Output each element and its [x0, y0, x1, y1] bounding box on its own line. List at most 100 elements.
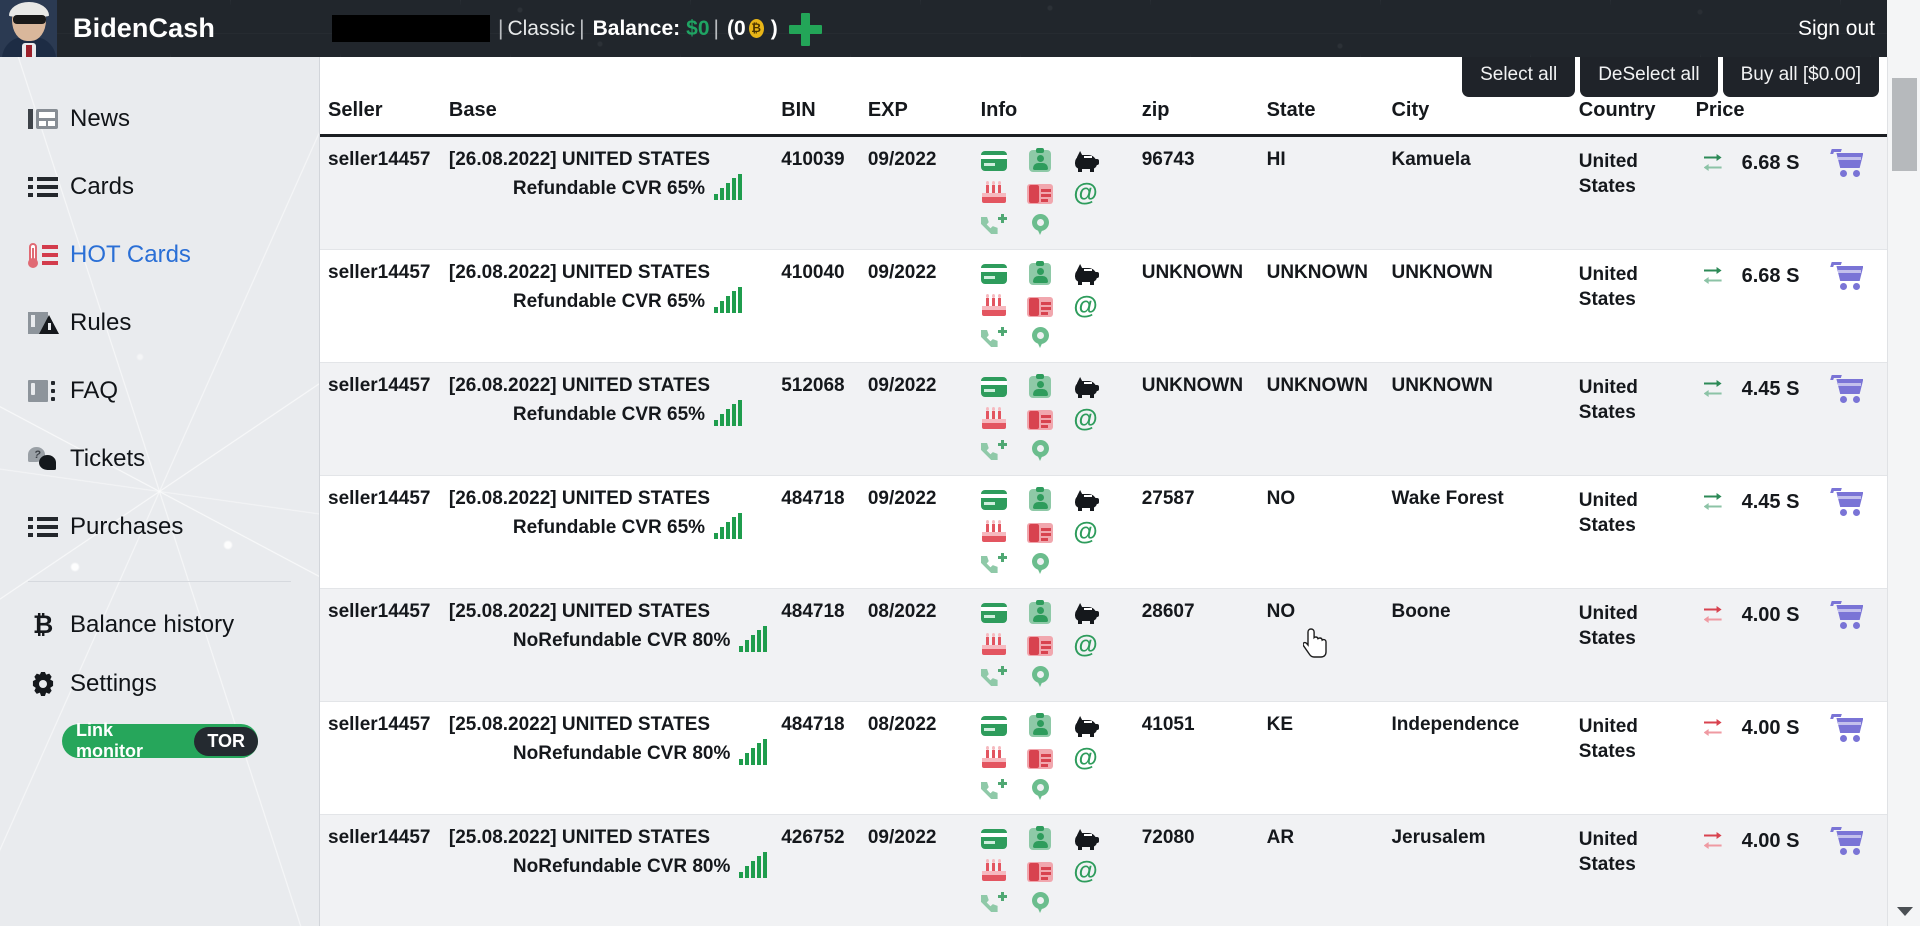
- address-card-icon[interactable]: [1027, 181, 1053, 205]
- shopping-cart-icon[interactable]: [1831, 827, 1865, 855]
- birthday-cake-icon[interactable]: [981, 520, 1007, 544]
- map-pin-icon[interactable]: [1027, 778, 1053, 802]
- link-monitor-button[interactable]: Link monitor TOR: [62, 724, 258, 758]
- table-row[interactable]: seller14457[25.08.2022] UNITED STATESNoR…: [320, 815, 1887, 926]
- buy-all-button[interactable]: Buy all [$0.00]: [1723, 57, 1879, 97]
- birthday-cake-icon[interactable]: [981, 407, 1007, 431]
- at-sign-icon[interactable]: @: [1073, 520, 1099, 544]
- phone-plus-icon[interactable]: [981, 326, 1007, 350]
- signal-bars-icon: [714, 515, 742, 539]
- table-row[interactable]: seller14457[26.08.2022] UNITED STATESRef…: [320, 136, 1887, 250]
- table-row[interactable]: seller14457[25.08.2022] UNITED STATESNoR…: [320, 589, 1887, 702]
- id-card-icon[interactable]: [1027, 375, 1053, 399]
- table-row[interactable]: seller14457[26.08.2022] UNITED STATESRef…: [320, 476, 1887, 589]
- id-card-icon[interactable]: [1027, 601, 1053, 625]
- id-card-icon[interactable]: [1027, 714, 1053, 738]
- at-sign-icon[interactable]: @: [1073, 746, 1099, 770]
- deselect-all-button[interactable]: DeSelect all: [1580, 57, 1717, 97]
- page-scrollbar[interactable]: [1887, 0, 1920, 926]
- sidebar-item-purchases[interactable]: Purchases: [0, 493, 319, 561]
- credit-card-icon[interactable]: [981, 827, 1007, 851]
- piggy-bank-icon[interactable]: [1073, 714, 1099, 738]
- at-sign-icon[interactable]: @: [1073, 294, 1099, 318]
- column-header-info[interactable]: Info: [981, 57, 1142, 136]
- sign-out-button[interactable]: Sign out: [1798, 17, 1875, 41]
- sidebar-item-news[interactable]: News: [0, 85, 319, 153]
- at-sign-icon[interactable]: @: [1073, 633, 1099, 657]
- piggy-bank-icon[interactable]: [1073, 262, 1099, 286]
- sidebar-item-faq[interactable]: FAQ: [0, 357, 319, 425]
- address-card-icon[interactable]: [1027, 294, 1053, 318]
- map-pin-icon[interactable]: [1027, 891, 1053, 915]
- piggy-bank-icon[interactable]: [1073, 488, 1099, 512]
- birthday-cake-icon[interactable]: [981, 294, 1007, 318]
- phone-plus-icon[interactable]: [981, 778, 1007, 802]
- table-row[interactable]: seller14457[26.08.2022] UNITED STATESRef…: [320, 363, 1887, 476]
- map-pin-icon[interactable]: [1027, 213, 1053, 237]
- shopping-cart-icon[interactable]: [1831, 601, 1865, 629]
- credit-card-icon[interactable]: [981, 601, 1007, 625]
- id-card-icon[interactable]: [1027, 488, 1053, 512]
- credit-card-icon[interactable]: [981, 714, 1007, 738]
- cell-state: UNKNOWN: [1267, 250, 1392, 363]
- id-card-icon[interactable]: [1027, 149, 1053, 173]
- sidebar-item-rules[interactable]: Rules: [0, 289, 319, 357]
- birthday-cake-icon[interactable]: [981, 859, 1007, 883]
- sidebar-item-cards[interactable]: Cards: [0, 153, 319, 221]
- scrollbar-thumb[interactable]: [1892, 78, 1917, 171]
- sidebar-item-tickets[interactable]: ? Tickets: [0, 425, 319, 493]
- table-body: seller14457[26.08.2022] UNITED STATESRef…: [320, 136, 1887, 926]
- sidebar-item-balance-history[interactable]: ₿ Balance history: [0, 594, 319, 656]
- address-card-icon[interactable]: [1027, 859, 1053, 883]
- phone-plus-icon[interactable]: [981, 665, 1007, 689]
- shopping-cart-icon[interactable]: [1831, 714, 1865, 742]
- at-sign-icon[interactable]: @: [1073, 407, 1099, 431]
- birthday-cake-icon[interactable]: [981, 746, 1007, 770]
- table-row[interactable]: seller14457[25.08.2022] UNITED STATESNoR…: [320, 702, 1887, 815]
- column-header-exp[interactable]: EXP: [868, 57, 981, 136]
- address-card-icon[interactable]: [1027, 633, 1053, 657]
- phone-plus-icon[interactable]: [981, 213, 1007, 237]
- column-header-bin[interactable]: BIN: [781, 57, 868, 136]
- address-card-icon[interactable]: [1027, 407, 1053, 431]
- credit-card-icon[interactable]: [981, 149, 1007, 173]
- phone-plus-icon[interactable]: [981, 891, 1007, 915]
- address-card-icon[interactable]: [1027, 746, 1053, 770]
- column-header-base[interactable]: Base: [449, 57, 781, 136]
- brand[interactable]: BidenCash: [0, 0, 320, 57]
- map-pin-icon[interactable]: [1027, 552, 1053, 576]
- credit-card-icon[interactable]: [981, 488, 1007, 512]
- signal-bars-icon: [739, 628, 767, 652]
- column-header-state[interactable]: State: [1267, 57, 1392, 136]
- address-card-icon[interactable]: [1027, 520, 1053, 544]
- scroll-down-arrow-icon[interactable]: [1888, 896, 1920, 926]
- sidebar-item-settings[interactable]: Settings: [0, 656, 319, 712]
- phone-plus-icon[interactable]: [981, 552, 1007, 576]
- credit-card-icon[interactable]: [981, 262, 1007, 286]
- plus-icon[interactable]: [788, 12, 822, 46]
- piggy-bank-icon[interactable]: [1073, 827, 1099, 851]
- shopping-cart-icon[interactable]: [1831, 488, 1865, 516]
- id-card-icon[interactable]: [1027, 262, 1053, 286]
- piggy-bank-icon[interactable]: [1073, 601, 1099, 625]
- piggy-bank-icon[interactable]: [1073, 149, 1099, 173]
- map-pin-icon[interactable]: [1027, 665, 1053, 689]
- at-sign-icon[interactable]: @: [1073, 181, 1099, 205]
- credit-card-icon[interactable]: [981, 375, 1007, 399]
- at-sign-icon[interactable]: @: [1073, 859, 1099, 883]
- map-pin-icon[interactable]: [1027, 439, 1053, 463]
- sidebar-item-hot-cards[interactable]: HOT Cards: [0, 221, 319, 289]
- birthday-cake-icon[interactable]: [981, 633, 1007, 657]
- select-all-button[interactable]: Select all: [1462, 57, 1575, 97]
- shopping-cart-icon[interactable]: [1831, 375, 1865, 403]
- column-header-seller[interactable]: Seller: [320, 57, 449, 136]
- phone-plus-icon[interactable]: [981, 439, 1007, 463]
- table-row[interactable]: seller14457[26.08.2022] UNITED STATESRef…: [320, 250, 1887, 363]
- shopping-cart-icon[interactable]: [1831, 262, 1865, 290]
- id-card-icon[interactable]: [1027, 827, 1053, 851]
- column-header-zip[interactable]: zip: [1142, 57, 1267, 136]
- birthday-cake-icon[interactable]: [981, 181, 1007, 205]
- piggy-bank-icon[interactable]: [1073, 375, 1099, 399]
- map-pin-icon[interactable]: [1027, 326, 1053, 350]
- shopping-cart-icon[interactable]: [1831, 149, 1865, 177]
